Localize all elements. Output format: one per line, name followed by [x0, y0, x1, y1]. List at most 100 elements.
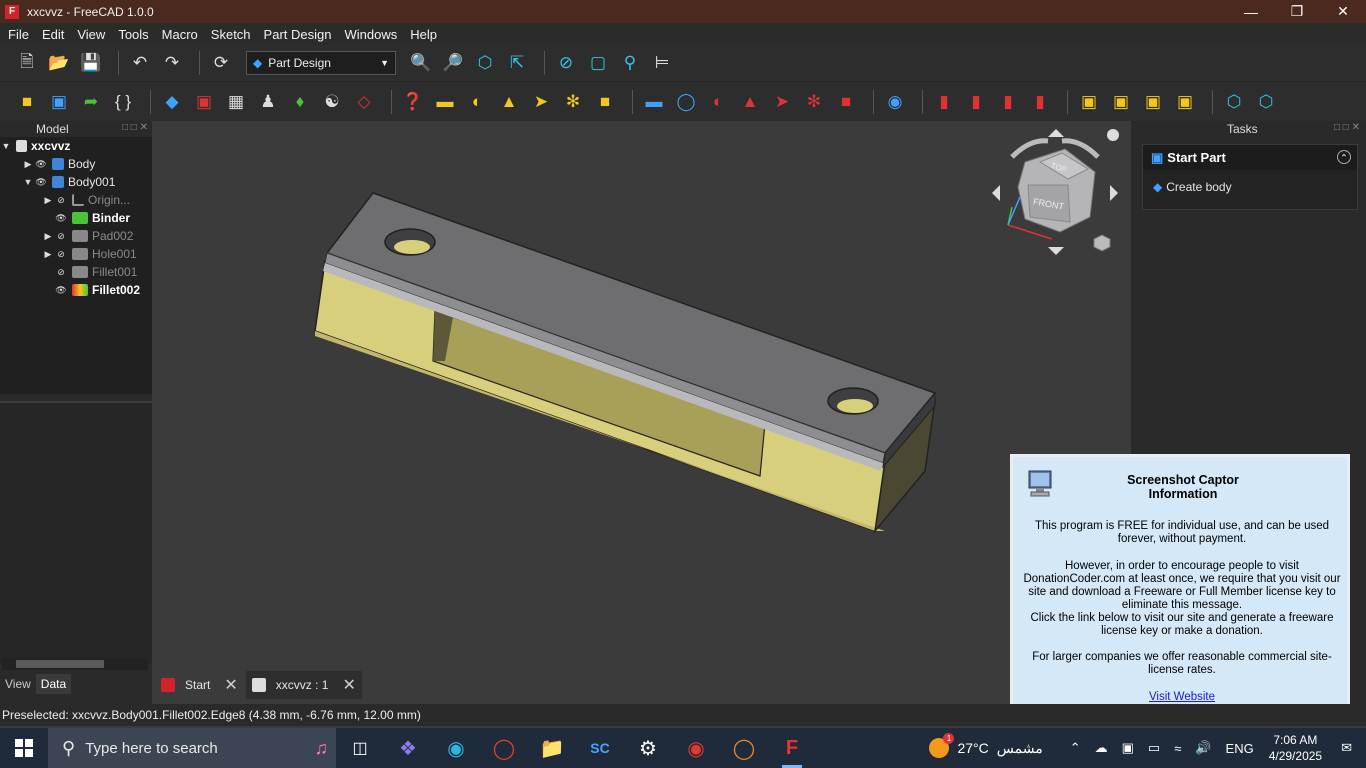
clock[interactable]: 7:06 AM 4/29/2025 [1269, 732, 1322, 764]
edge-icon[interactable]: ◉ [432, 728, 480, 768]
close-tab-icon[interactable]: ✕ [224, 675, 237, 695]
subtractive-helix-icon[interactable]: ✻ [801, 89, 827, 115]
variable-set-icon[interactable]: { } [110, 89, 136, 115]
chrome-icon[interactable]: ◯ [480, 728, 528, 768]
expand-arrow-icon[interactable]: ▶ [42, 231, 54, 242]
fit-selection-icon[interactable]: 🔎 [440, 50, 466, 76]
visit-website-link[interactable]: Visit Website [1149, 691, 1215, 703]
tree-item-hole001[interactable]: ▶ ⊘ Hole001 [0, 245, 152, 263]
additive-primitive-icon[interactable]: ■ [592, 89, 618, 115]
tree-item-binder[interactable]: 👁 Binder [0, 209, 152, 227]
collapse-arrow-icon[interactable]: ▼ [22, 177, 34, 187]
involute-gear-icon[interactable]: ⬡ [1253, 89, 1279, 115]
eye-icon[interactable]: 👁 [34, 159, 48, 170]
refresh-icon[interactable]: ⟳ [208, 50, 234, 76]
screenshot-captor-icon[interactable]: SC [576, 728, 624, 768]
body-icon[interactable]: ◆ [159, 89, 185, 115]
helix-icon[interactable]: ✻ [560, 89, 586, 115]
linear-pattern-icon[interactable]: ▮ [963, 89, 989, 115]
collapse-arrow-icon[interactable]: ▼ [0, 141, 12, 151]
hidden-eye-icon[interactable]: ⊘ [54, 231, 68, 242]
tree-item-body[interactable]: ▶ 👁 Body [0, 155, 152, 173]
redo-icon[interactable]: ↷ [159, 50, 185, 76]
menu-windows[interactable]: Windows [339, 27, 402, 42]
draw-style-icon[interactable]: ⊘ [553, 50, 579, 76]
wps-office-icon[interactable]: ◉ [672, 728, 720, 768]
datum-plane-icon[interactable]: ◇ [351, 89, 377, 115]
collapse-icon[interactable]: ⌃ [1337, 150, 1351, 164]
subtractive-primitive-icon[interactable]: ■ [833, 89, 859, 115]
thickness-icon[interactable]: ▣ [1172, 89, 1198, 115]
close-tab-icon[interactable]: ✕ [342, 675, 355, 695]
multitransform-icon[interactable]: ▮ [1027, 89, 1053, 115]
hidden-eye-icon[interactable]: ⊘ [54, 249, 68, 260]
fit-all-icon[interactable]: 🔍 [408, 50, 434, 76]
blender-icon[interactable]: ◯ [720, 728, 768, 768]
sketch-icon[interactable]: ▣ [191, 89, 217, 115]
tree-item-body001[interactable]: ▼ 👁 Body001 [0, 173, 152, 191]
eye-icon[interactable]: 👁 [54, 285, 68, 296]
boolean-icon[interactable]: ◉ [882, 89, 908, 115]
pipe-icon[interactable]: ➤ [528, 89, 554, 115]
weather-widget[interactable]: 1 27°C مشمس [929, 733, 1043, 758]
tab-start[interactable]: Start ✕ [155, 671, 244, 699]
chamfer-icon[interactable]: ▣ [1108, 89, 1134, 115]
open-file-icon[interactable]: 📂 [46, 50, 72, 76]
taskbar-search[interactable]: ⚲ Type here to search ♫ [48, 728, 336, 768]
restore-button[interactable]: ❐ [1274, 0, 1320, 23]
pocket-icon[interactable]: ▬ [641, 89, 667, 115]
tab-view[interactable]: View [0, 674, 36, 694]
menu-view[interactable]: View [72, 27, 110, 42]
battery-icon[interactable]: ▭ [1148, 740, 1160, 756]
menu-macro[interactable]: Macro [157, 27, 203, 42]
hidden-eye-icon[interactable]: ⊘ [54, 267, 68, 278]
volume-icon[interactable]: 🔊 [1195, 740, 1211, 756]
zoom-icon[interactable]: ⚲ [617, 50, 643, 76]
view-iso-icon[interactable]: ⬡ [472, 50, 498, 76]
windows-start-button[interactable] [0, 728, 48, 768]
fillet-icon[interactable]: ▣ [1076, 89, 1102, 115]
menu-help[interactable]: Help [405, 27, 442, 42]
onedrive-icon[interactable]: ☁ [1095, 740, 1108, 756]
export-icon[interactable]: ➦ [78, 89, 104, 115]
copilot-icon[interactable]: ❖ [384, 728, 432, 768]
bounding-box-icon[interactable]: ⇱ [504, 50, 530, 76]
eye-icon[interactable]: 👁 [34, 177, 48, 188]
subshape-binder-icon[interactable]: ☯ [319, 89, 345, 115]
create-part-icon[interactable]: ▣ [46, 89, 72, 115]
expand-arrow-icon[interactable]: ▶ [42, 195, 54, 206]
wifi-icon[interactable]: ≈ [1174, 741, 1181, 756]
panel-controls[interactable]: □ □ ✕ [122, 122, 148, 133]
expand-arrow-icon[interactable]: ▶ [22, 159, 34, 170]
eye-icon[interactable]: 👁 [54, 213, 68, 224]
hole-icon[interactable]: ◯ [673, 89, 699, 115]
loft-icon[interactable]: ▲ [496, 89, 522, 115]
expand-arrow-icon[interactable]: ▶ [42, 249, 54, 260]
hidden-eye-icon[interactable]: ⊘ [54, 195, 68, 206]
menu-tools[interactable]: Tools [113, 27, 153, 42]
polar-pattern-icon[interactable]: ▮ [995, 89, 1021, 115]
draft-icon[interactable]: ▣ [1140, 89, 1166, 115]
language-indicator[interactable]: ENG [1226, 741, 1254, 756]
groove-icon[interactable]: ◐ [705, 89, 731, 115]
notification-icon[interactable]: ✉ [1341, 740, 1352, 756]
tab-data[interactable]: Data [35, 674, 72, 694]
horizontal-scrollbar[interactable] [2, 658, 148, 670]
menu-sketch[interactable]: Sketch [206, 27, 256, 42]
menu-part-design[interactable]: Part Design [259, 27, 337, 42]
webcam-icon[interactable]: ▣ [1122, 740, 1134, 756]
tree-item-pad002[interactable]: ▶ ⊘ Pad002 [0, 227, 152, 245]
show-hidden-icons-icon[interactable]: ⌃ [1070, 740, 1081, 756]
create-body-icon[interactable]: ■ [14, 89, 40, 115]
save-icon[interactable]: 💾 [78, 50, 104, 76]
create-body-link[interactable]: ◆ Create body [1143, 170, 1357, 194]
tab-document[interactable]: xxcvvz : 1 ✕ [245, 671, 362, 699]
measure-icon[interactable]: ⊨ [649, 50, 675, 76]
file-explorer-icon[interactable]: 📁 [528, 728, 576, 768]
clone-icon[interactable]: ♟ [255, 89, 281, 115]
workbench-selector[interactable]: ◆ Part Design ▼ [246, 51, 396, 75]
subtractive-loft-icon[interactable]: ▲ [737, 89, 763, 115]
part-model[interactable] [155, 121, 1131, 666]
selection-filter-icon[interactable]: ▢ [585, 50, 611, 76]
subtractive-pipe-icon[interactable]: ➤ [769, 89, 795, 115]
